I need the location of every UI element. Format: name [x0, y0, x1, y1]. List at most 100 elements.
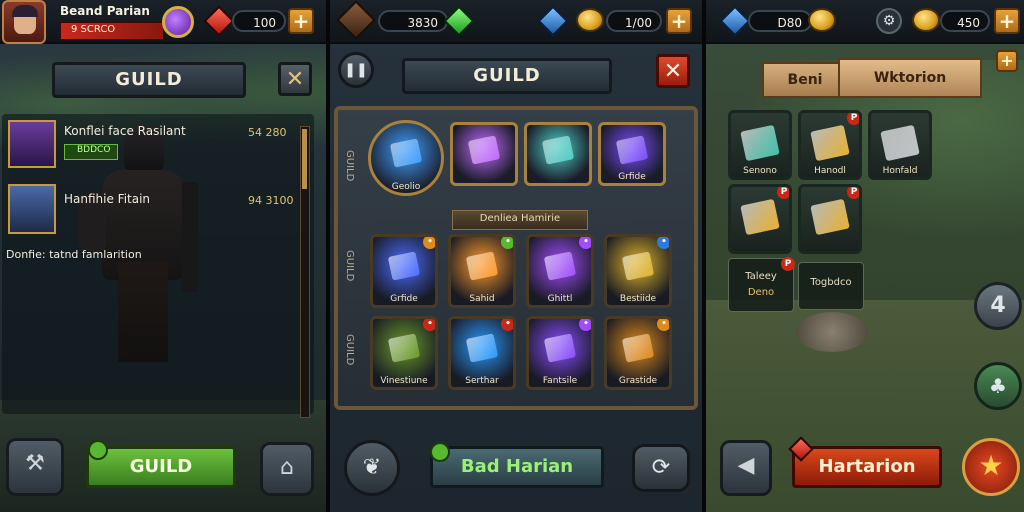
swirl-icon[interactable]: ⟳: [632, 444, 690, 492]
close-icon[interactable]: ✕: [278, 62, 312, 96]
inventory-slot[interactable]: • Grfide: [370, 234, 438, 308]
item-icon: [541, 135, 575, 165]
close-icon[interactable]: ✕: [656, 54, 690, 88]
plus-icon[interactable]: +: [288, 8, 314, 34]
item-icon: [621, 251, 655, 281]
featured-slot[interactable]: Grfide: [598, 122, 666, 186]
plus-icon[interactable]: +: [996, 50, 1018, 72]
plus-icon[interactable]: +: [666, 8, 692, 34]
inventory-slot[interactable]: • Grastide: [604, 316, 672, 390]
info-card-line1: Togbdco: [810, 277, 852, 288]
member-avatar-icon: [8, 184, 56, 234]
inventory-slot[interactable]: • Sahid: [448, 234, 516, 308]
list-item[interactable]: Konflei face Rasilant BDDCO 54 280: [2, 114, 302, 176]
notification-badge: •: [501, 237, 513, 249]
slot-label: Grfide: [618, 172, 646, 182]
pause-icon[interactable]: ❚❚: [338, 52, 374, 88]
blue-gem-icon: [537, 5, 569, 37]
row-label: GUILD: [344, 334, 355, 366]
inventory-grid: GUILD GUILD GUILD Geolio Grfide Denliea H…: [334, 106, 698, 410]
slot-label: Honfald: [882, 166, 918, 176]
coin-icon: [912, 8, 940, 32]
top-bar: 3830 1/00 +: [330, 0, 702, 44]
slot-label: Sahid: [469, 294, 495, 304]
leaf-icon[interactable]: ❦: [344, 440, 400, 496]
featured-slot[interactable]: [450, 122, 518, 186]
gear-icon[interactable]: ⚙: [876, 8, 902, 34]
plus-icon[interactable]: +: [994, 8, 1020, 34]
hero-portrait-icon[interactable]: [2, 0, 46, 44]
banner-right: Wktorion: [838, 58, 982, 98]
guild-button[interactable]: GUILD: [86, 446, 236, 488]
item-icon: [615, 135, 649, 165]
item-icon: [543, 251, 577, 281]
castle-icon[interactable]: ⌂: [260, 442, 314, 496]
green-gem-icon: [88, 440, 108, 460]
green-gem-icon: [443, 5, 475, 37]
anvil-icon[interactable]: ⚒: [6, 438, 64, 496]
item-icon: [880, 125, 920, 162]
notification-badge: •: [423, 237, 435, 249]
top-bar: Beand Parian 9 SCRCO 100 +: [0, 0, 326, 44]
member-score: 54 280: [248, 126, 287, 139]
item-icon: [740, 199, 780, 236]
coin-icon: [808, 8, 836, 32]
guild-panel-left: Beand Parian 9 SCRCO 100 + GUILD ✕ Konfl…: [0, 0, 326, 512]
inventory-slot[interactable]: • Serthar: [448, 316, 516, 390]
slot-label: Senono: [743, 166, 777, 176]
footer-text: Donfie: tatnd famlarition: [6, 248, 142, 261]
inventory-slot[interactable]: • Bestiide: [604, 234, 672, 308]
star-icon[interactable]: ★: [962, 438, 1020, 496]
member-avatar-icon: [8, 120, 56, 168]
inventory-slot[interactable]: • Ghittl: [526, 234, 594, 308]
item-icon: [387, 251, 421, 281]
slot-label: Serthar: [465, 376, 499, 386]
slot-label: Hanodl: [814, 166, 846, 176]
purple-emblem-icon[interactable]: [162, 6, 194, 38]
shop-slot[interactable]: P Hanodl: [798, 110, 862, 180]
player-sub: 9 SCRCO: [71, 24, 116, 35]
shop-slot[interactable]: Honfald: [868, 110, 932, 180]
tree-icon[interactable]: ♣: [974, 362, 1022, 410]
currency-count: 1/00: [606, 10, 662, 32]
side-count[interactable]: 4: [974, 282, 1022, 330]
slot-label: Grfide: [390, 294, 418, 304]
hartarion-button[interactable]: Hartarion: [792, 446, 942, 488]
info-card-line2: Deno: [747, 287, 775, 298]
featured-slot[interactable]: [524, 122, 592, 186]
slot-label: Fantsile: [542, 376, 578, 386]
blue-gem-icon: [719, 5, 751, 37]
info-card[interactable]: Togbdco: [798, 262, 864, 310]
bad-harian-button[interactable]: Bad Harian: [430, 446, 604, 488]
gem-count: 100: [232, 10, 286, 32]
shop-slot[interactable]: P: [728, 184, 792, 254]
member-tag: BDDCO: [64, 144, 118, 160]
shop-slot[interactable]: Senono: [728, 110, 792, 180]
notification-badge: •: [423, 319, 435, 331]
list-item[interactable]: Hanfihie Fitain 94 3100: [2, 180, 302, 242]
item-icon: [465, 251, 499, 281]
item-icon: [387, 333, 421, 363]
item-icon: [467, 135, 501, 165]
slot-label: Geolio: [391, 182, 421, 192]
inventory-slot[interactable]: • Fantsile: [526, 316, 594, 390]
back-triangle-icon[interactable]: ◀: [720, 440, 772, 496]
section-banner: Denliea Hamirie: [452, 210, 588, 230]
info-card[interactable]: Taleey Deno P: [728, 257, 795, 312]
guild-panel-center: 3830 1/00 + ❚❚ GUILD ✕ GUILD GUILD GUILD…: [330, 0, 702, 512]
member-name: Konflei face Rasilant: [64, 124, 186, 138]
slot-label: Grastide: [618, 376, 658, 386]
scrollbar-thumb[interactable]: [302, 129, 307, 189]
featured-slot[interactable]: Geolio: [368, 120, 444, 196]
shop-slot[interactable]: P: [798, 184, 862, 254]
row-label: GUILD: [344, 250, 355, 282]
top-bar: D80 ⚙ 450 +: [706, 0, 1024, 44]
page-title: GUILD: [52, 62, 246, 98]
item-icon: [465, 333, 499, 363]
inventory-slot[interactable]: • Vinestiune: [370, 316, 438, 390]
shop-panel-right: D80 ⚙ 450 + Beni Wktorion + Senono P Hanod…: [706, 0, 1024, 512]
member-tag-text: BDDCO: [77, 145, 111, 155]
notification-badge: •: [579, 237, 591, 249]
row-label: GUILD: [344, 150, 355, 182]
scrollbar[interactable]: [300, 126, 310, 418]
